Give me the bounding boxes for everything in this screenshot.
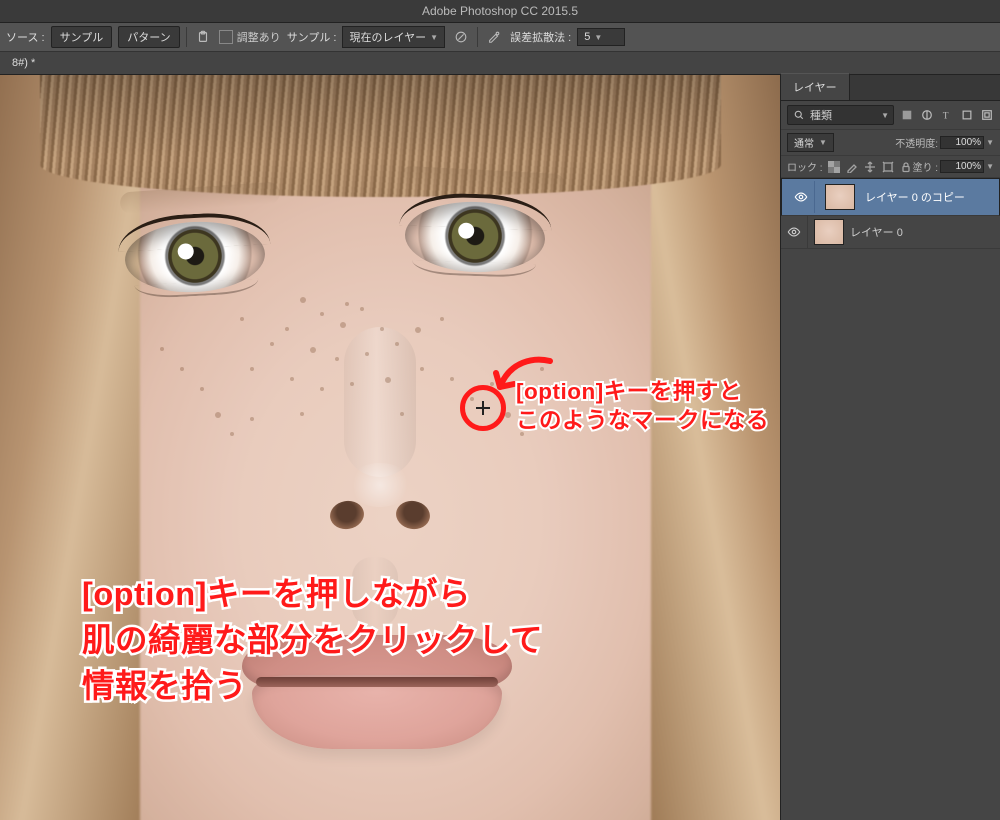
pattern-button[interactable]: パターン (118, 26, 179, 48)
layer-name[interactable]: レイヤー 0 のコピー (865, 189, 965, 205)
filter-shape-icon[interactable] (960, 108, 974, 122)
canvas[interactable]: [option]キーを押すと このようなマークになる [option]キーを押し… (0, 75, 780, 820)
sample-label: サンプル : (287, 29, 337, 45)
lock-pixels-icon[interactable] (845, 160, 859, 174)
visibility-toggle[interactable] (781, 216, 808, 248)
options-bar: ソース : サンプル パターン 調整あり サンプル : 現在のレイヤー ▼ 誤差… (0, 23, 1000, 52)
layers-panel: レイヤー 種類 ▼ T 通常 ▼ 不透明度: ▼ (780, 75, 1000, 820)
aligned-label: 調整あり (237, 29, 281, 45)
layer-row[interactable]: レイヤー 0 (781, 216, 1000, 249)
layer-list: レイヤー 0 のコピー レイヤー 0 (781, 178, 1000, 820)
sample-button[interactable]: サンプル (51, 26, 113, 48)
filter-smart-icon[interactable] (980, 108, 994, 122)
blend-mode-dropdown[interactable]: 通常 ▼ (787, 133, 834, 152)
lock-artboard-icon[interactable] (881, 160, 895, 174)
layer-thumb[interactable] (814, 219, 844, 245)
layer-name[interactable]: レイヤー 0 (850, 224, 903, 240)
lock-transparency-icon[interactable] (827, 160, 841, 174)
app-titlebar: Adobe Photoshop CC 2015.5 (0, 0, 1000, 23)
lock-position-icon[interactable] (863, 160, 877, 174)
fill-input[interactable] (940, 160, 984, 173)
chevron-down-icon[interactable]: ▼ (986, 138, 994, 147)
diffusion-label: 誤差拡散法 : (510, 29, 571, 45)
lock-all-icon[interactable] (899, 160, 913, 174)
opacity-label: 不透明度: (895, 135, 938, 150)
chevron-down-icon: ▼ (430, 33, 438, 42)
layer-kind-filter[interactable]: 種類 ▼ (787, 105, 894, 125)
sample-all-icon[interactable] (451, 27, 471, 47)
filter-type-icon[interactable]: T (940, 108, 954, 122)
app-title: Adobe Photoshop CC 2015.5 (422, 4, 578, 18)
lock-row: ロック : 塗り : ▼ (781, 156, 1000, 178)
layer-thumb[interactable] (825, 184, 855, 210)
clipboard-icon[interactable] (193, 27, 213, 47)
sample-layer-dropdown[interactable]: 現在のレイヤー ▼ (342, 26, 445, 48)
divider (186, 27, 187, 47)
filter-adjust-icon[interactable] (920, 108, 934, 122)
opacity-input[interactable] (940, 136, 984, 149)
panel-tabs: レイヤー (781, 75, 1000, 101)
visibility-toggle[interactable] (788, 181, 815, 213)
chevron-down-icon[interactable]: ▼ (986, 162, 994, 171)
source-label: ソース : (6, 29, 45, 45)
photo-face (0, 75, 780, 820)
lock-label: ロック : (787, 159, 823, 174)
chevron-down-icon: ▼ (881, 111, 889, 120)
chevron-down-icon: ▼ (819, 138, 827, 147)
layer-row[interactable]: レイヤー 0 のコピー (781, 178, 1000, 216)
tab-layers[interactable]: レイヤー (781, 73, 850, 100)
filter-pixel-icon[interactable] (900, 108, 914, 122)
document-tab[interactable]: 8#) * (4, 54, 43, 72)
blend-row: 通常 ▼ 不透明度: ▼ (781, 130, 1000, 156)
search-icon (792, 108, 806, 122)
main-split: [option]キーを押すと このようなマークになる [option]キーを押し… (0, 75, 1000, 820)
document-tab-bar: 8#) * (0, 52, 1000, 75)
checkbox-icon[interactable] (219, 30, 233, 44)
pressure-size-icon[interactable] (484, 27, 504, 47)
divider (477, 27, 478, 47)
diffusion-dropdown[interactable]: 5 ▼ (577, 28, 625, 46)
fill-label: 塗り : (913, 159, 939, 174)
chevron-down-icon: ▼ (594, 33, 602, 42)
layer-filter-row: 種類 ▼ T (781, 101, 1000, 130)
aligned-checkbox[interactable]: 調整あり (219, 29, 281, 45)
svg-text:T: T (943, 111, 949, 121)
